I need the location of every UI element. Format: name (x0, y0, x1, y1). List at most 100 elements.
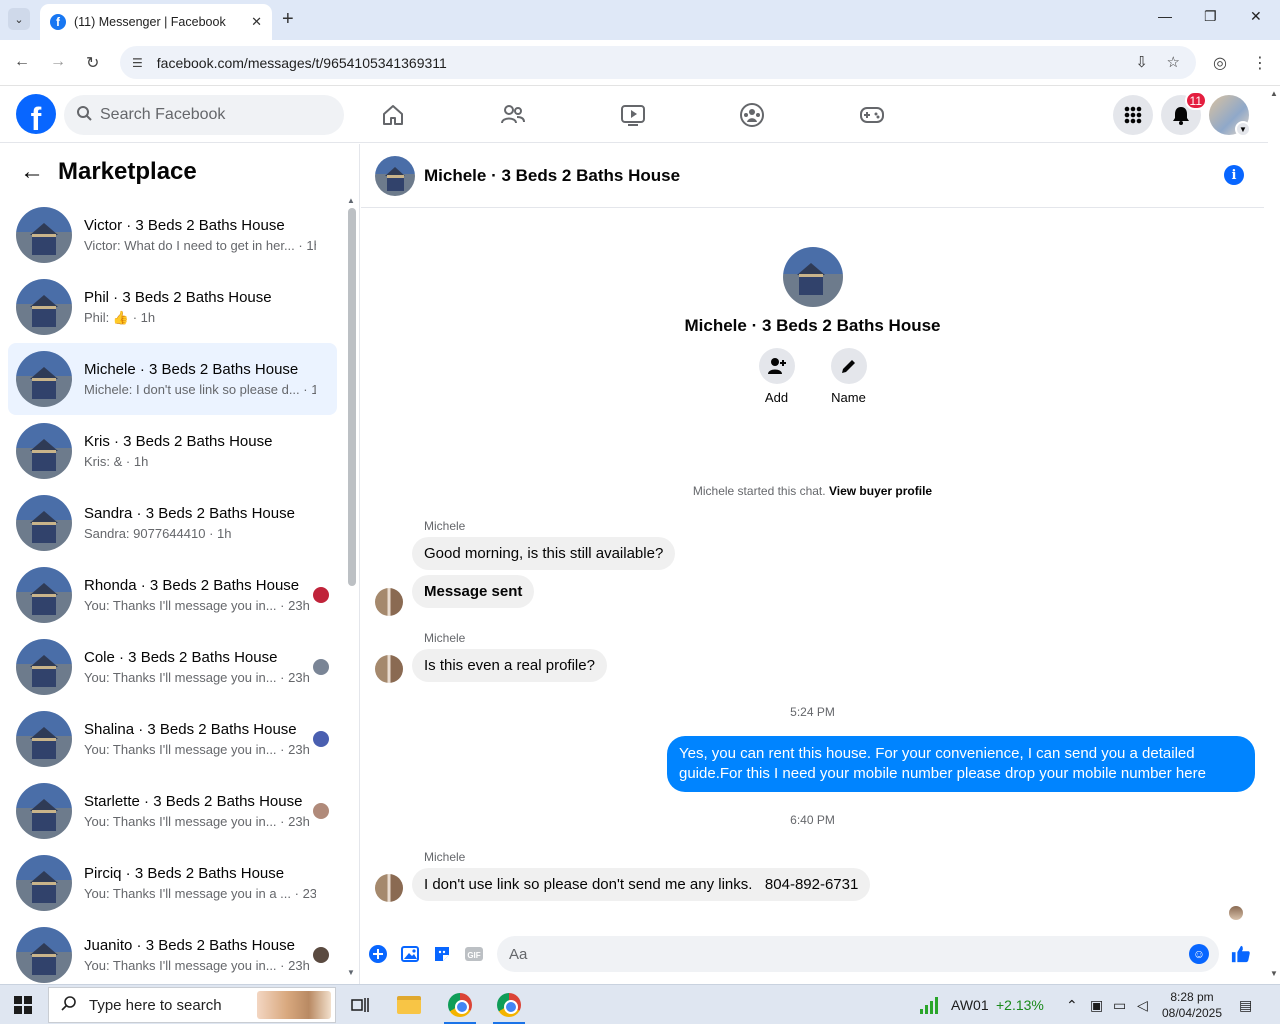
facebook-top-nav: f 11 ▼ (0, 87, 1268, 143)
info-icon[interactable]: i (1224, 165, 1244, 185)
search-input[interactable] (100, 106, 320, 124)
system-clock[interactable]: 8:28 pm 08/04/2025 (1160, 989, 1224, 1021)
tab-close-icon[interactable]: ✕ (251, 14, 262, 30)
chat-title[interactable]: Michele · 3 Beds 2 Baths House (424, 166, 680, 186)
emoji-icon[interactable]: ☺ (1189, 944, 1209, 964)
sender-name: Michele (424, 850, 466, 864)
conversation-item-active[interactable]: Michele · 3 Beds 2 Baths House Michele: I… (8, 343, 337, 415)
site-settings-icon[interactable]: ☰ (132, 56, 143, 70)
list-scrollbar[interactable]: ▲ ▼ (346, 196, 356, 977)
name-button[interactable]: Name (830, 348, 868, 405)
meet-icon[interactable]: ▣ (1090, 997, 1103, 1014)
conversation-item[interactable]: Victor · 3 Beds 2 Baths House Victor: Wha… (8, 199, 337, 271)
sender-avatar[interactable] (375, 588, 403, 616)
url-omnibox[interactable]: ☰ facebook.com/messages/t/96541053413693… (120, 46, 1196, 79)
windows-start-icon[interactable] (14, 996, 32, 1014)
scroll-up-icon[interactable]: ▲ (347, 196, 355, 205)
conversation-item[interactable]: Pirciq · 3 Beds 2 Baths House You: Thanks… (8, 847, 337, 919)
message-bubble[interactable]: Is this even a real profile? (412, 649, 607, 682)
file-explorer-icon[interactable] (387, 989, 431, 1021)
new-tab-icon[interactable]: + (282, 8, 294, 30)
conversation-time: · 23h (280, 598, 310, 613)
system-note-text: Michele started this chat. (692, 484, 826, 498)
sticker-icon[interactable] (432, 944, 452, 964)
profile-icon[interactable]: ◎ (1213, 53, 1227, 73)
address-bar: ← → ↻ ☰ facebook.com/messages/t/96541053… (0, 40, 1280, 86)
volume-icon[interactable]: ◁ (1137, 997, 1148, 1014)
taskbar-search-placeholder: Type here to search (89, 996, 222, 1014)
home-icon[interactable] (379, 101, 407, 129)
conversation-item[interactable]: Phil · 3 Beds 2 Baths House Phil: 👍 · 1h (8, 271, 337, 343)
add-label: Add (764, 390, 789, 405)
conversation-preview: You: Thanks I'll message you in a ... (84, 886, 291, 901)
reload-icon[interactable]: ↻ (86, 53, 99, 73)
message-composer: GIF ☺ (361, 936, 1264, 972)
outgoing-message-bubble[interactable]: Yes, you can rent this house. For your c… (667, 736, 1255, 792)
conversation-preview: You: Thanks I'll message you in... (84, 670, 277, 685)
browser-tab[interactable]: f (11) Messenger | Facebook ✕ (40, 4, 272, 40)
restore-icon[interactable]: ❐ (1204, 8, 1217, 25)
message-input[interactable] (509, 945, 1149, 963)
menu-grid-icon[interactable] (1113, 95, 1153, 135)
taskbar-search[interactable]: Type here to search (48, 987, 336, 1023)
add-button[interactable]: Add (758, 348, 796, 405)
back-arrow-icon[interactable]: ← (20, 158, 44, 186)
photo-icon[interactable] (400, 944, 420, 964)
facebook-search[interactable] (64, 95, 344, 135)
tray-expand-icon[interactable]: ⌃ (1066, 997, 1078, 1014)
house-thumbnail (16, 639, 72, 695)
conversation-item[interactable]: Rhonda · 3 Beds 2 Baths House You: Thanks… (8, 559, 337, 631)
sender-avatar[interactable] (375, 655, 403, 683)
view-buyer-profile-link[interactable]: View buyer profile (829, 484, 932, 498)
window-close-icon[interactable]: ✕ (1250, 8, 1262, 25)
minimize-icon[interactable]: — (1158, 8, 1172, 24)
conversation-item[interactable]: Kris · 3 Beds 2 Baths House Kris: & · 1h (8, 415, 337, 487)
conversation-item[interactable]: Starlette · 3 Beds 2 Baths House You: Tha… (8, 775, 337, 847)
message-bubble[interactable]: I don't use link so please don't send me… (412, 868, 871, 901)
sender-avatar[interactable] (375, 874, 403, 902)
bookmark-star-icon[interactable]: ☆ (1167, 53, 1180, 71)
notifications-button[interactable]: 11 (1161, 91, 1207, 135)
page-scrollbar[interactable]: ▲ ▼ (1268, 87, 1280, 984)
chrome-profile-icon[interactable] (438, 989, 482, 1024)
message-bubble[interactable]: Message sent (412, 575, 535, 608)
facebook-favicon-icon: f (50, 14, 66, 30)
forward-icon[interactable]: → (50, 53, 66, 71)
timestamp-separator: 5:24 PM (790, 705, 835, 719)
friends-icon[interactable] (499, 101, 527, 129)
chat-avatar[interactable] (375, 155, 415, 196)
message-bubble[interactable]: Good morning, is this still available? (412, 537, 676, 570)
groups-icon[interactable] (738, 101, 766, 129)
message-input-field[interactable]: ☺ (497, 936, 1219, 972)
conversation-item[interactable]: Shalina · 3 Beds 2 Baths House You: Thank… (8, 703, 337, 775)
stock-change: +2.13% (996, 997, 1044, 1013)
page-scroll-down-icon[interactable]: ▼ (1270, 969, 1278, 978)
task-view-icon[interactable] (338, 989, 382, 1021)
scroll-down-icon[interactable]: ▼ (347, 968, 355, 977)
notification-center-icon[interactable]: ▤ (1239, 997, 1252, 1014)
gaming-icon[interactable] (858, 101, 886, 129)
chrome-icon[interactable] (487, 989, 531, 1024)
thumbs-up-icon[interactable] (1231, 944, 1251, 964)
seen-avatar (313, 947, 329, 963)
install-app-icon[interactable]: ⇩ (1135, 53, 1148, 71)
facebook-logo-icon[interactable]: f (16, 94, 56, 134)
network-icon[interactable]: ▭ (1113, 997, 1126, 1014)
conversation-item[interactable]: Juanito · 3 Beds 2 Baths House You: Thank… (8, 919, 337, 991)
plus-circle-icon[interactable] (368, 944, 388, 964)
gif-icon[interactable]: GIF (464, 944, 484, 964)
account-avatar[interactable]: ▼ (1209, 95, 1251, 137)
house-thumbnail (16, 423, 72, 479)
sender-name: Michele (424, 631, 466, 645)
back-icon[interactable]: ← (14, 53, 30, 71)
clock-time: 8:28 pm (1170, 990, 1214, 1004)
tab-search-icon[interactable]: ⌄ (8, 8, 30, 30)
conversation-item[interactable]: Sandra · 3 Beds 2 Baths House Sandra: 907… (8, 487, 337, 559)
scrollbar-thumb[interactable] (348, 208, 356, 586)
conversation-item[interactable]: Cole · 3 Beds 2 Baths House You: Thanks I… (8, 631, 337, 703)
sender-name: Michele (424, 519, 466, 533)
conversation-preview: You: Thanks I'll message you in... (84, 742, 277, 757)
browser-menu-icon[interactable]: ⋮ (1252, 53, 1268, 73)
page-scroll-up-icon[interactable]: ▲ (1270, 89, 1278, 98)
video-icon[interactable] (619, 101, 647, 129)
